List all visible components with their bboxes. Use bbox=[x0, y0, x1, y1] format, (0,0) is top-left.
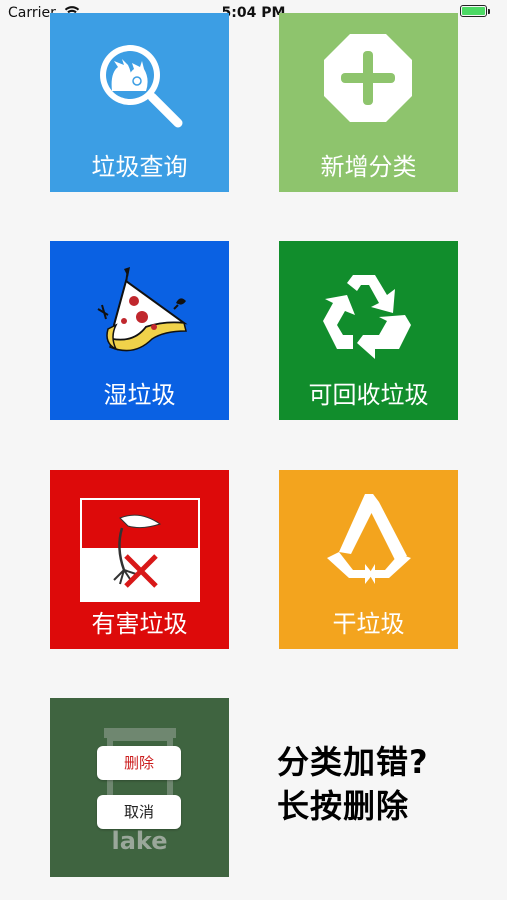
hint-line-2: 长按删除 bbox=[277, 787, 410, 825]
long-press-hint: 分类加错? 长按删除 bbox=[277, 740, 429, 828]
recycle-icon bbox=[323, 275, 411, 359]
tile-label: 干垃圾 bbox=[332, 610, 405, 638]
dry-waste-icon bbox=[327, 494, 411, 584]
hazardous-icon bbox=[80, 498, 200, 602]
delete-button[interactable]: 删除 bbox=[97, 746, 181, 780]
tile-label: 可回收垃圾 bbox=[308, 381, 429, 409]
food-waste-icon bbox=[97, 267, 188, 352]
search-bags-icon bbox=[100, 45, 183, 128]
tile-hazardous[interactable]: 有害垃圾 bbox=[50, 470, 229, 649]
tile-wet-waste[interactable]: 湿垃圾 bbox=[50, 241, 229, 420]
tile-label: 湿垃圾 bbox=[103, 381, 176, 409]
tile-dry-waste[interactable]: 干垃圾 bbox=[279, 470, 458, 649]
tile-label: lake bbox=[111, 827, 168, 855]
battery-icon bbox=[460, 5, 490, 17]
tile-add-category[interactable]: 新增分类 bbox=[279, 13, 458, 192]
tile-custom-lake[interactable]: lake 删除 取消 bbox=[50, 698, 229, 877]
tile-label: 有害垃圾 bbox=[91, 610, 188, 638]
tile-label: 新增分类 bbox=[320, 153, 417, 181]
plus-octagon-icon bbox=[324, 34, 412, 122]
tile-label: 垃圾查询 bbox=[91, 153, 188, 181]
battery-fill bbox=[462, 7, 485, 15]
cancel-button[interactable]: 取消 bbox=[97, 795, 181, 829]
tile-garbage-search[interactable]: 垃圾查询 bbox=[50, 13, 229, 192]
hint-line-1: 分类加错? bbox=[277, 743, 429, 781]
tile-recyclable[interactable]: 可回收垃圾 bbox=[279, 241, 458, 420]
